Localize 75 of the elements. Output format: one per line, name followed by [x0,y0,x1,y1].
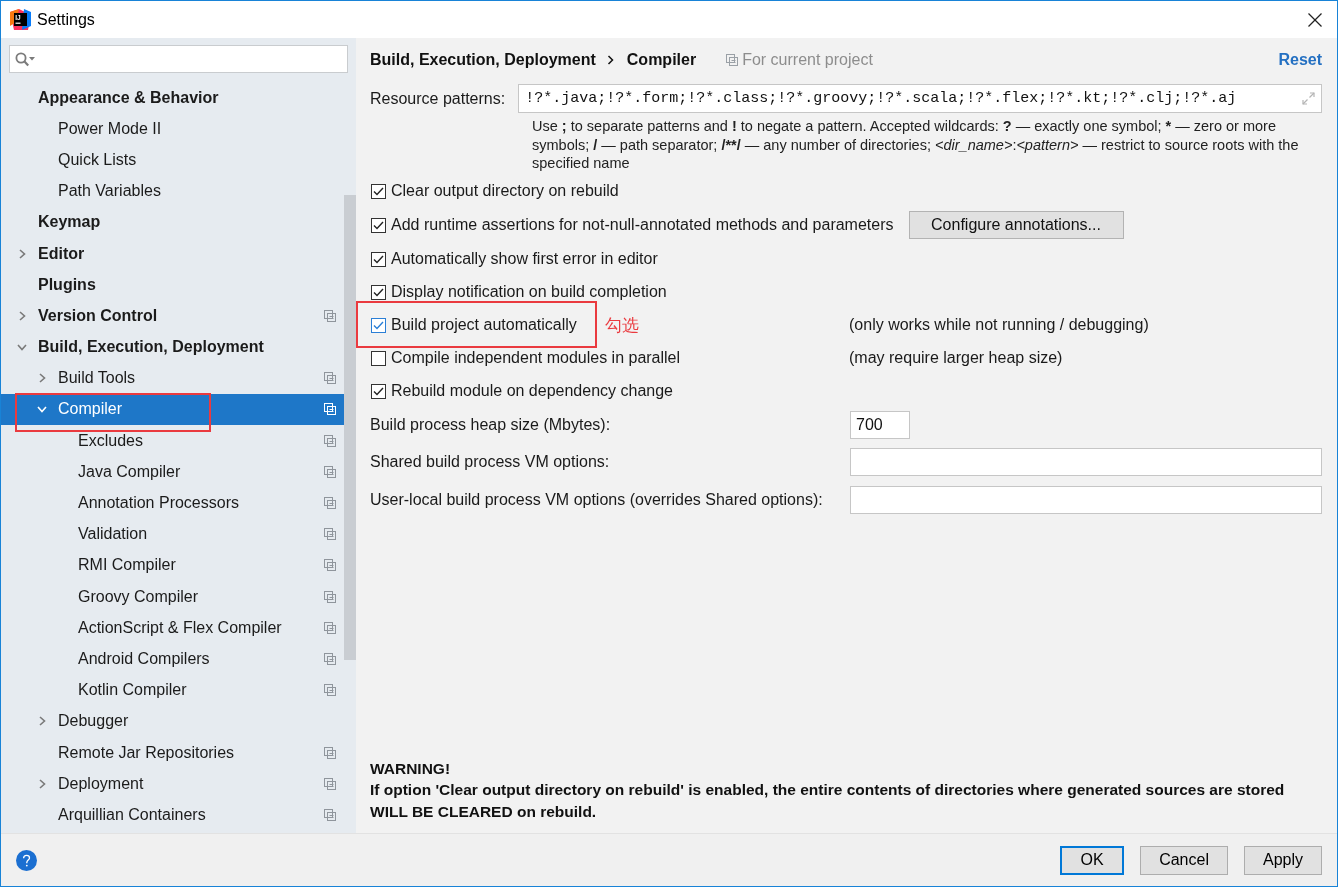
chevron-right-icon[interactable] [37,716,47,727]
dialog-button[interactable]: Cancel [1140,845,1228,875]
breadcrumb-text: Compiler [626,51,697,69]
sidebar-item[interactable]: Compiler [1,393,344,426]
field-label: Resource patterns: [370,89,506,108]
checkbox-label[interactable]: Add runtime assertions for not-null-annotated methods and parameters [391,216,894,234]
help-icon[interactable] [16,849,37,871]
scrollbar-thumb[interactable] [344,195,356,660]
chevron-right-icon[interactable] [37,373,47,384]
sidebar-item[interactable]: Editor [1,237,344,270]
sidebar-item[interactable]: Quick Lists [1,144,344,176]
sidebar-item[interactable]: Build, Execution, Deployment [1,331,344,363]
sidebar-item[interactable]: Groovy Compiler [1,581,344,613]
sidebar-item[interactable]: Version Control [1,300,344,332]
sidebar-item[interactable]: Build Tools [1,362,344,394]
checkbox[interactable] [371,284,386,300]
sidebar-item[interactable]: Arquillian Containers [1,799,344,831]
breadcrumb-separator-icon [606,55,614,65]
sidebar-item[interactable]: Remote Jar Repositories [1,736,344,769]
sidebar-item[interactable]: Plugins [1,269,344,301]
sidebar-item[interactable]: Debugger [1,705,344,737]
search-icon[interactable] [15,51,36,67]
checkbox[interactable] [371,317,386,333]
sidebar-item[interactable]: Kotlin Compiler [1,674,344,706]
sidebar-item[interactable]: Keymap [1,206,344,238]
sidebar-item[interactable]: Deployment [1,768,344,800]
checkbox-label[interactable]: Clear output directory on rebuild [391,182,619,200]
checkbox-label[interactable]: Build project automatically [391,316,577,334]
checkbox[interactable] [371,217,386,233]
warning-title: WARNING! [370,758,452,779]
sidebar-item[interactable]: Android Compilers [1,643,344,675]
hint-text: Use ; to separate patterns and ! to negate a pattern. Accepted wildcards: ? — exactly one symbol; * — zero or more symbols; / — path separator; /**/ — any number of directories; <dir_name>:<pattern> — restrict to source roots with the specified name [532,117,1300,173]
warning-text: If option 'Clear output directory on rebuild' is enabled, the entire contents of directories where generated sources are stored WILL BE CLEARED on rebuild. [370,780,1286,822]
dialog-button[interactable]: Apply [1243,845,1322,875]
annotation-text: 勾选 [604,314,639,337]
input-field[interactable]: 700 [850,410,910,439]
checkbox-label[interactable]: Rebuild module on dependency change [391,382,673,400]
checkbox[interactable] [371,251,386,267]
sidebar-item[interactable]: ActionScript & Flex Compiler [1,612,344,644]
checkbox-label[interactable]: Automatically show first error in editor [391,250,658,268]
sidebar-item[interactable]: Java Compiler [1,456,344,488]
checkbox-label[interactable]: Display notification on build completion [391,283,667,301]
dialog-button[interactable]: OK [1060,845,1125,875]
sidebar-item[interactable]: Appearance & Behavior [1,82,344,114]
chevron-down-icon[interactable] [37,404,47,415]
option-note: (only works while not running / debugging) [849,316,1149,334]
field-label: Build process heap size (Mbytes): [370,415,611,434]
checkbox[interactable] [371,350,386,366]
chevron-down-icon[interactable] [17,342,27,353]
scope-label: For current project [742,51,873,69]
sidebar-item[interactable]: Excludes [1,425,344,457]
copy-icon [726,54,739,66]
input-field[interactable] [850,485,1322,514]
chevron-right-icon[interactable] [17,310,27,321]
chevron-right-icon[interactable] [17,248,27,259]
checkbox[interactable] [371,183,386,199]
sidebar-item[interactable]: Annotation Processors [1,487,344,519]
input-field[interactable] [850,448,1322,476]
sidebar-item[interactable]: RMI Compiler [1,549,344,581]
breadcrumb-text: Build, Execution, Deployment [370,51,596,69]
close-icon[interactable] [1308,12,1322,27]
field-label: User-local build process VM options (overrides Shared options): [370,490,823,509]
checkbox-label[interactable]: Compile independent modules in parallel [391,349,681,367]
checkbox[interactable] [371,383,386,399]
field-label: Shared build process VM options: [370,453,610,471]
sidebar-item[interactable]: Path Variables [1,175,344,207]
configure-annotations-button[interactable]: Configure annotations... [908,211,1124,239]
sidebar-item[interactable]: Validation [1,518,344,550]
resource-patterns-field[interactable]: !?*.java;!?*.form;!?*.class;!?*.groovy;!?*.scala;!?*.flex;!?*.kt;!?*.clj;!?*.aj [518,84,1322,113]
sidebar-item[interactable]: Power Mode II [1,113,344,145]
window-title: Settings [37,10,95,29]
reset-link[interactable]: Reset [1278,51,1322,69]
search-field[interactable] [9,45,348,73]
option-note: (may require larger heap size) [849,349,1063,367]
chevron-right-icon[interactable] [37,778,47,789]
